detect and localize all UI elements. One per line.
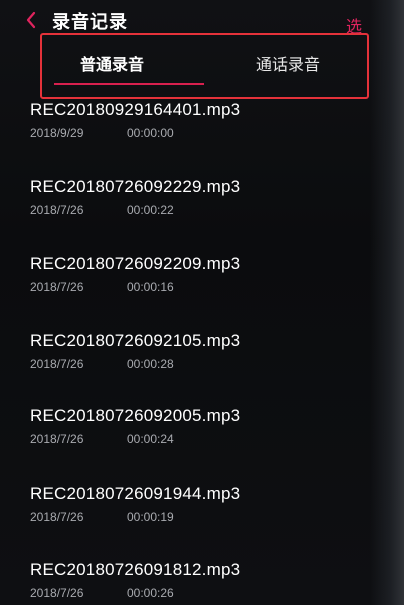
recording-item[interactable]: REC20180726091944.mp3 2018/7/26 00:00:19 bbox=[0, 484, 370, 544]
recording-date: 2018/7/26 bbox=[30, 280, 84, 294]
page-title: 录音记录 bbox=[52, 12, 128, 33]
recording-item[interactable]: REC20180726092209.mp3 2018/7/26 00:00:16 bbox=[0, 254, 370, 314]
recording-item[interactable]: REC20180726091812.mp3 2018/7/26 00:00:26 bbox=[0, 560, 370, 605]
recording-filename: REC20180726091812.mp3 bbox=[30, 560, 241, 579]
chevron-left-icon bbox=[26, 11, 36, 29]
recordings-screen: 录音记录 选 普通录音 通话录音 REC20180929164401.mp3 2… bbox=[0, 0, 404, 605]
recording-date: 2018/7/26 bbox=[30, 510, 84, 524]
recording-item[interactable]: REC20180726092105.mp3 2018/7/26 00:00:28 bbox=[0, 331, 370, 391]
tabs-highlight-box bbox=[40, 33, 369, 99]
back-button[interactable] bbox=[22, 8, 40, 32]
recording-date: 2018/7/26 bbox=[30, 357, 84, 371]
recording-duration: 00:00:28 bbox=[127, 357, 174, 371]
recording-filename: REC20180726091944.mp3 bbox=[30, 484, 241, 503]
recording-duration: 00:00:22 bbox=[127, 203, 174, 217]
recording-duration: 00:00:24 bbox=[127, 432, 174, 446]
device-bezel bbox=[370, 0, 404, 605]
recording-duration: 00:00:19 bbox=[127, 510, 174, 524]
recording-filename: REC20180726092209.mp3 bbox=[30, 254, 241, 273]
recording-filename: REC20180726092105.mp3 bbox=[30, 331, 241, 350]
recording-item[interactable]: REC20180726092005.mp3 2018/7/26 00:00:24 bbox=[0, 406, 370, 466]
recording-item[interactable]: REC20180726092229.mp3 2018/7/26 00:00:22 bbox=[0, 177, 370, 237]
recording-date: 2018/7/26 bbox=[30, 203, 84, 217]
recording-date: 2018/9/29 bbox=[30, 126, 84, 140]
recording-duration: 00:00:26 bbox=[127, 586, 174, 600]
recording-filename: REC20180726092005.mp3 bbox=[30, 406, 241, 425]
recording-duration: 00:00:00 bbox=[127, 126, 174, 140]
recording-date: 2018/7/26 bbox=[30, 586, 84, 600]
recording-duration: 00:00:16 bbox=[127, 280, 174, 294]
recording-date: 2018/7/26 bbox=[30, 432, 84, 446]
recording-item[interactable]: REC20180929164401.mp3 2018/9/29 00:00:00 bbox=[0, 100, 370, 160]
recording-filename: REC20180929164401.mp3 bbox=[30, 100, 241, 119]
recording-filename: REC20180726092229.mp3 bbox=[30, 177, 241, 196]
